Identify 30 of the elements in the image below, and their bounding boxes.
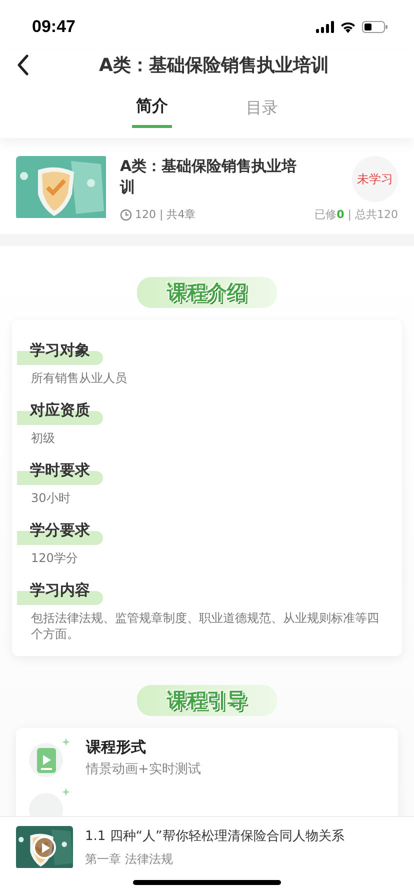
tab[interactable]: 简介 bbox=[132, 94, 172, 128]
item-label: 对应资质 bbox=[30, 400, 90, 420]
item-label: 学分要求 bbox=[30, 520, 90, 540]
item-value: 120学分 bbox=[30, 550, 79, 567]
item-value: 30小时 bbox=[30, 490, 72, 507]
chapter-name: 第一章 法律法规 bbox=[85, 851, 174, 868]
course-meta: 120 | 共4章 bbox=[135, 207, 196, 222]
progress-text: 已修0 | 总共120 bbox=[314, 207, 398, 222]
item-label: 学时要求 bbox=[30, 460, 90, 480]
item-label: 学习内容 bbox=[30, 580, 90, 600]
item-value: 所有销售从业人员 bbox=[30, 370, 128, 387]
page-title: A类：基础保险销售执业培训 bbox=[98, 54, 330, 77]
lesson-title: 1.1 四种“人”帮你轻松理清保险合同人物关系 bbox=[85, 828, 344, 845]
clock-icon bbox=[120, 208, 132, 220]
status-badge: 未学习 bbox=[352, 156, 398, 202]
item-label: 学习对象 bbox=[30, 340, 90, 360]
section-title: 课程介绍 bbox=[137, 276, 277, 308]
item-value: 初级 bbox=[30, 430, 56, 447]
guide-title: 课程形式 bbox=[86, 738, 147, 757]
wifi-icon bbox=[340, 21, 356, 33]
video-icon bbox=[28, 736, 72, 780]
back-icon[interactable] bbox=[16, 54, 30, 76]
status-time: 09:47 bbox=[32, 17, 76, 37]
play-button[interactable] bbox=[33, 836, 56, 859]
item-value: 包括法律法规、监管规章制度、职业道德规范、从业规则标准等四个方面。 bbox=[30, 610, 380, 643]
course-title: A类：基础保险销售执业培训 bbox=[120, 156, 298, 198]
guide-subtitle: 情景动画+实时测试 bbox=[86, 761, 201, 778]
signal-icon bbox=[316, 21, 334, 33]
battery-icon bbox=[362, 21, 388, 33]
section-title: 课程引导 bbox=[137, 684, 277, 716]
